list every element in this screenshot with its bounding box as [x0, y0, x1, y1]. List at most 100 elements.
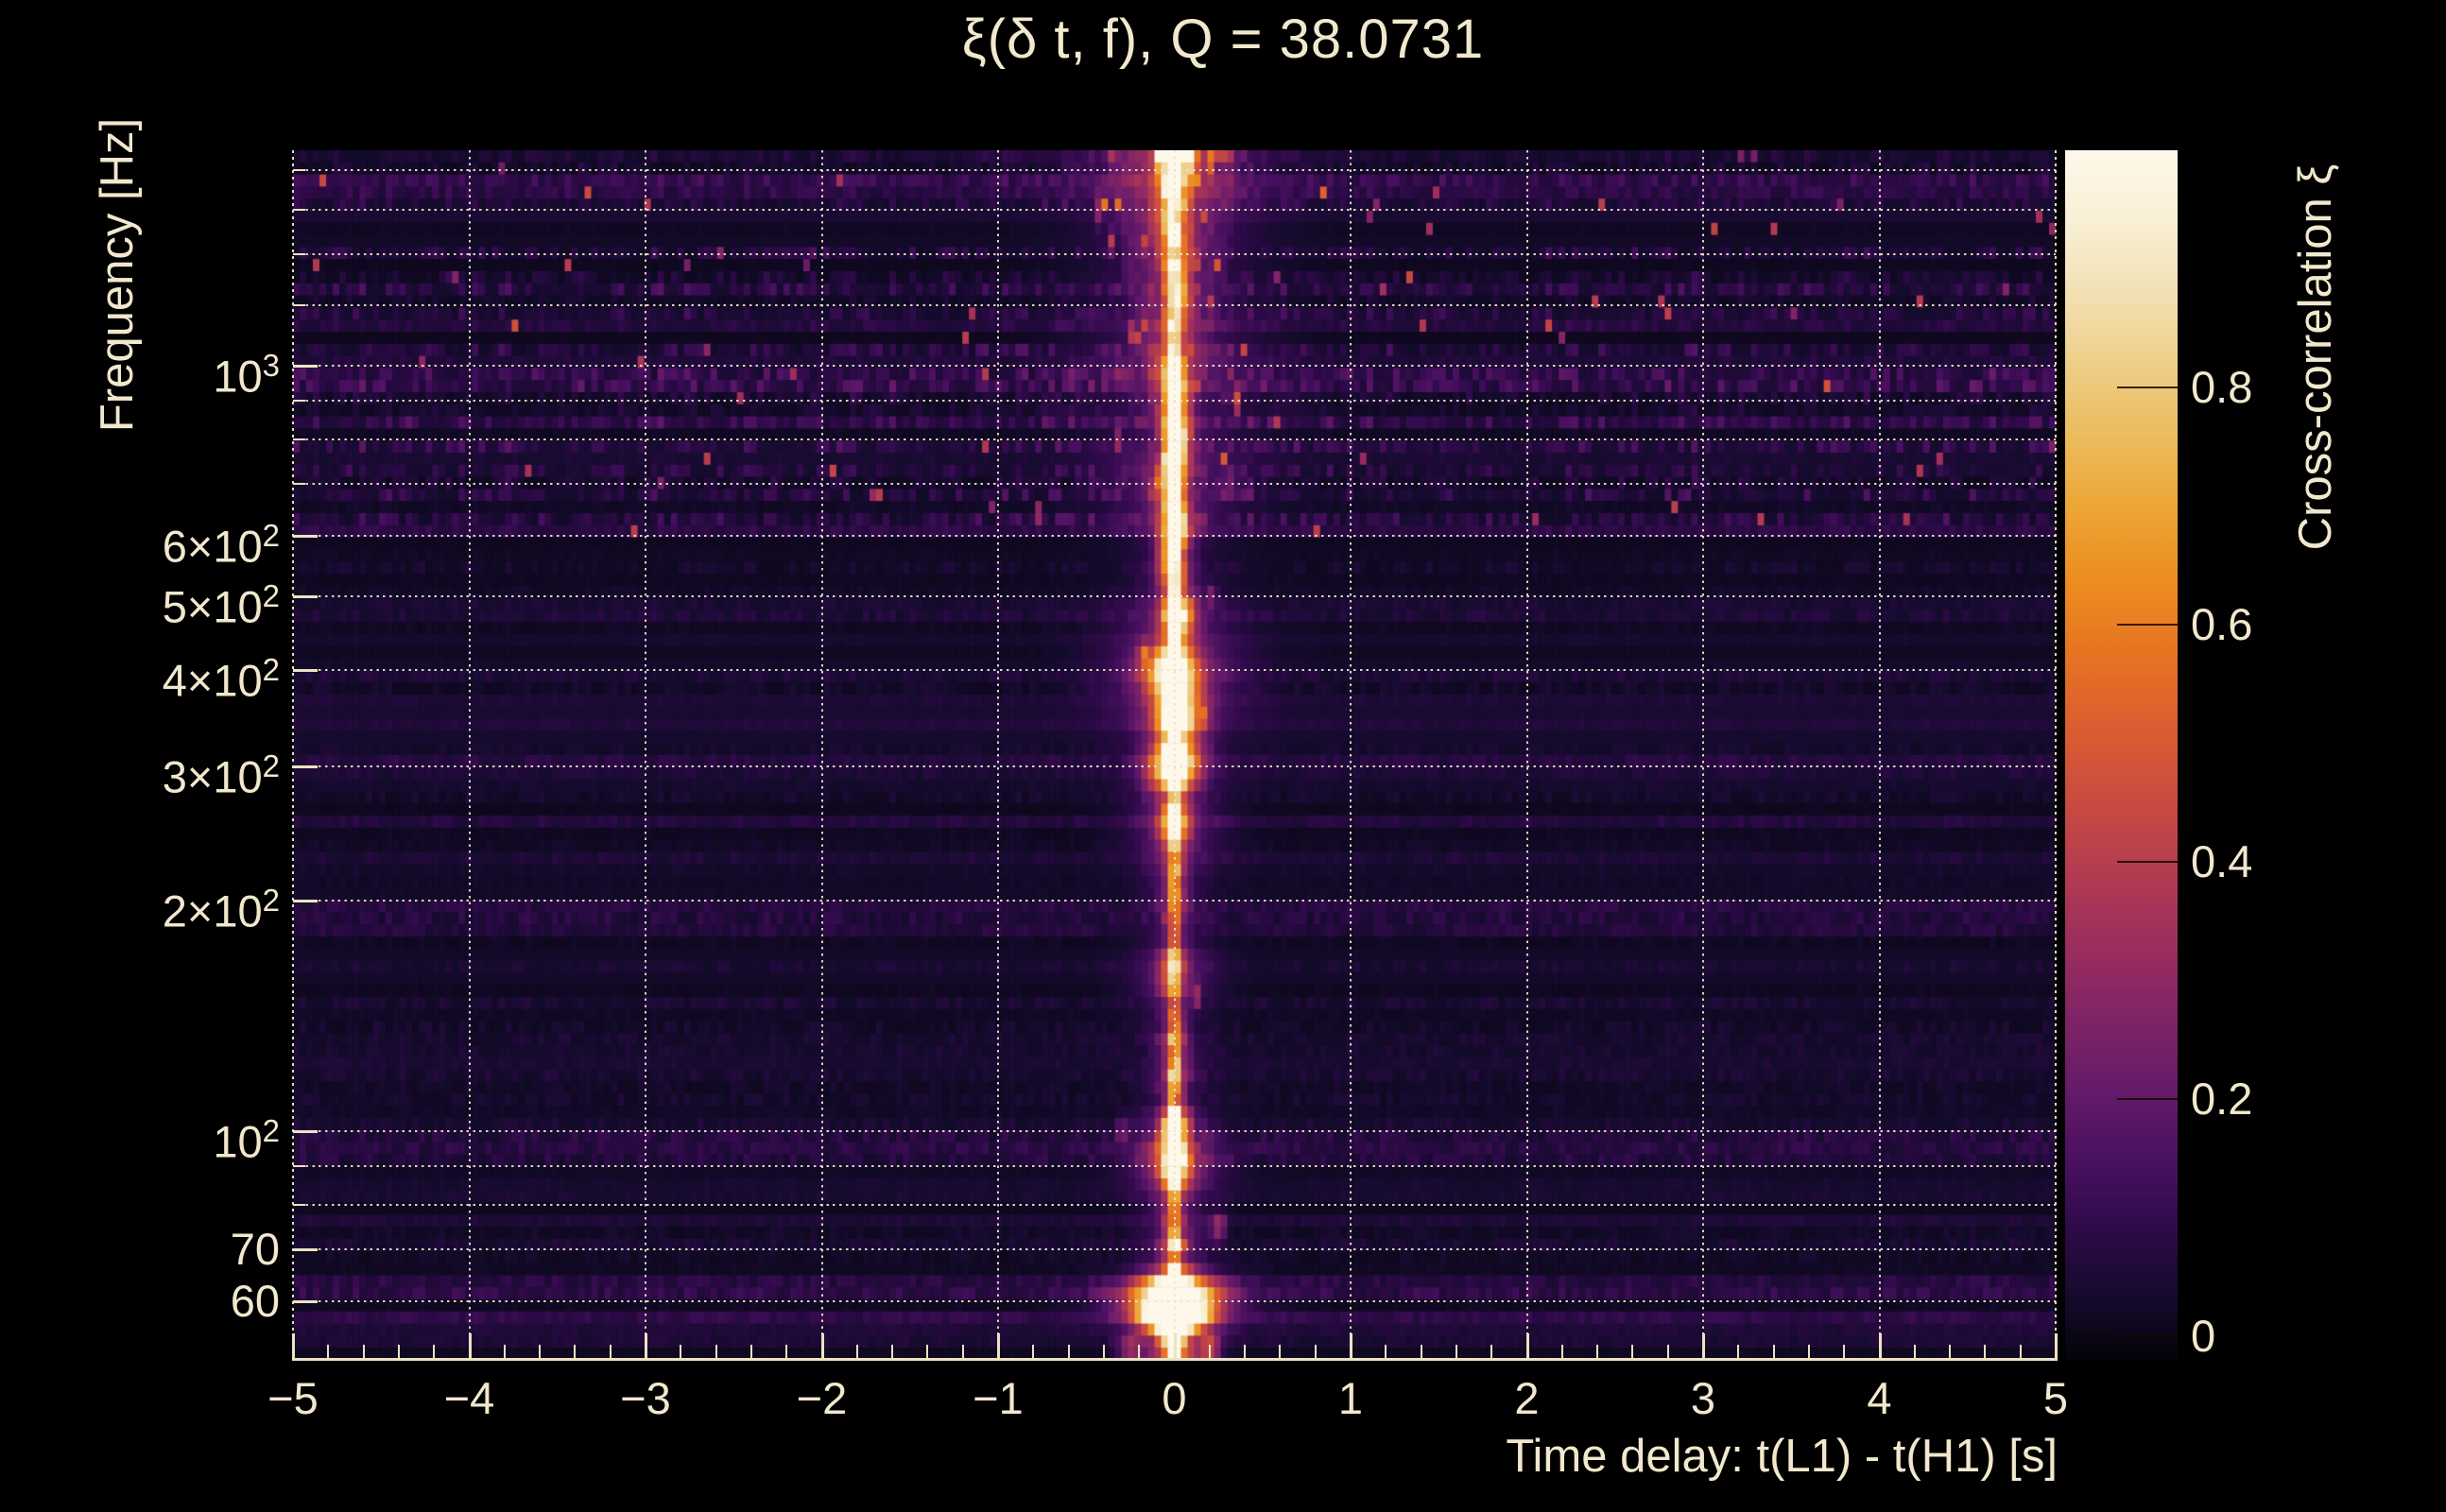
y-gridline — [293, 252, 2056, 255]
x-minor-tick — [1843, 1345, 1846, 1360]
x-major-tick — [468, 1333, 472, 1360]
y-tick — [293, 1248, 318, 1252]
y-gridline — [293, 1248, 2056, 1251]
y-tick — [293, 1165, 305, 1168]
y-tick — [293, 900, 318, 903]
x-tick-label: 2 — [1514, 1373, 1540, 1423]
y-tick — [293, 669, 318, 673]
x-minor-tick — [1560, 1345, 1563, 1360]
colorbar-tick-label: 0.2 — [2191, 1073, 2253, 1124]
x-minor-tick — [1490, 1345, 1493, 1360]
x-major-tick — [292, 1333, 295, 1360]
x-tick-label: −5 — [267, 1373, 319, 1423]
x-minor-tick — [1772, 1345, 1775, 1360]
y-tick-label: 103 — [213, 348, 280, 402]
x-tick-label: −3 — [620, 1373, 671, 1423]
y-gridline — [293, 483, 2056, 486]
x-minor-tick — [1032, 1345, 1035, 1360]
y-gridline — [293, 534, 2056, 537]
x-major-tick — [1525, 1333, 1529, 1360]
x-axis-title: Time delay: t(L1) - t(H1) [s] — [1506, 1431, 2058, 1482]
y-axis-title: Frequency [Hz] — [92, 117, 143, 433]
y-tick — [293, 208, 305, 211]
x-gridline — [1350, 150, 1352, 1360]
x-minor-tick — [1385, 1345, 1387, 1360]
y-gridline — [293, 365, 2056, 367]
colorbar-tick — [2117, 1334, 2178, 1337]
x-major-tick — [997, 1333, 1000, 1360]
y-tick-label: 70 — [230, 1224, 280, 1275]
x-minor-tick — [503, 1345, 506, 1360]
x-tick-label: 0 — [1162, 1373, 1187, 1423]
y-tick-label: 2×102 — [162, 883, 280, 936]
x-minor-tick — [539, 1345, 542, 1360]
y-gridline — [293, 1130, 2056, 1132]
colorbar-tick-label: 0.4 — [2191, 835, 2253, 886]
y-tick-label: 5×102 — [162, 577, 280, 632]
x-minor-tick — [1455, 1345, 1457, 1360]
x-major-tick — [1878, 1333, 1882, 1360]
x-minor-tick — [680, 1345, 682, 1360]
x-gridline — [820, 150, 823, 1360]
y-tick — [293, 303, 305, 306]
x-minor-tick — [1102, 1345, 1105, 1360]
x-tick-label: −4 — [443, 1373, 495, 1423]
x-gridline — [468, 150, 471, 1360]
colorbar-tick — [2117, 386, 2178, 388]
x-tick-label: 5 — [2042, 1373, 2069, 1423]
y-gridline — [293, 303, 2056, 306]
y-tick — [293, 438, 305, 441]
x-major-tick — [1173, 1333, 1177, 1360]
y-gridline — [293, 438, 2056, 441]
y-tick — [293, 252, 305, 255]
x-minor-tick — [1420, 1345, 1422, 1360]
x-tick-label: 4 — [1867, 1373, 1892, 1423]
x-minor-tick — [574, 1345, 577, 1360]
y-tick — [293, 534, 318, 538]
x-minor-tick — [433, 1345, 436, 1360]
x-minor-tick — [2019, 1345, 2022, 1360]
x-minor-tick — [327, 1345, 330, 1360]
x-gridline — [1525, 150, 1528, 1360]
x-minor-tick — [1631, 1345, 1634, 1360]
colorbar-tick — [2117, 1097, 2178, 1100]
y-gridline — [293, 1299, 2056, 1302]
y-gridline — [293, 669, 2056, 672]
colorbar-tick — [2117, 623, 2178, 626]
x-minor-tick — [1949, 1345, 1952, 1360]
x-gridline — [997, 150, 999, 1360]
x-major-tick — [1350, 1333, 1352, 1360]
y-tick — [293, 483, 305, 486]
x-tick-label: 1 — [1337, 1373, 1364, 1423]
y-tick-label: 3×102 — [162, 747, 280, 802]
y-tick-label: 102 — [213, 1113, 280, 1167]
x-major-tick — [2055, 1333, 2058, 1360]
y-gridline — [293, 400, 2056, 403]
x-minor-tick — [1737, 1345, 1740, 1360]
x-minor-tick — [749, 1345, 752, 1360]
y-gridline — [293, 169, 2056, 172]
x-minor-tick — [1984, 1345, 1987, 1360]
y-gridline — [293, 594, 2056, 597]
x-tick-label: −1 — [973, 1373, 1024, 1423]
y-gridline — [293, 208, 2056, 211]
x-tick-label: −2 — [796, 1373, 848, 1423]
x-minor-tick — [1807, 1345, 1810, 1360]
x-gridline — [1878, 150, 1881, 1360]
plot-right-border — [2055, 150, 2057, 1360]
colorbar-tick-label: 0.6 — [2191, 598, 2253, 649]
plot-left-border — [292, 150, 294, 1360]
x-minor-tick — [1666, 1345, 1669, 1360]
x-gridline — [1702, 150, 1704, 1360]
x-minor-tick — [1279, 1345, 1282, 1360]
y-tick — [293, 1130, 318, 1133]
y-tick — [293, 169, 305, 172]
y-gridline — [293, 1204, 2056, 1207]
x-gridline — [1173, 150, 1176, 1360]
colorbar-title: Cross-correlation ξ — [2290, 163, 2341, 551]
y-tick — [293, 594, 318, 598]
colorbar — [2065, 150, 2178, 1360]
y-tick — [293, 365, 318, 368]
x-minor-tick — [1067, 1345, 1070, 1360]
x-minor-tick — [961, 1345, 964, 1360]
